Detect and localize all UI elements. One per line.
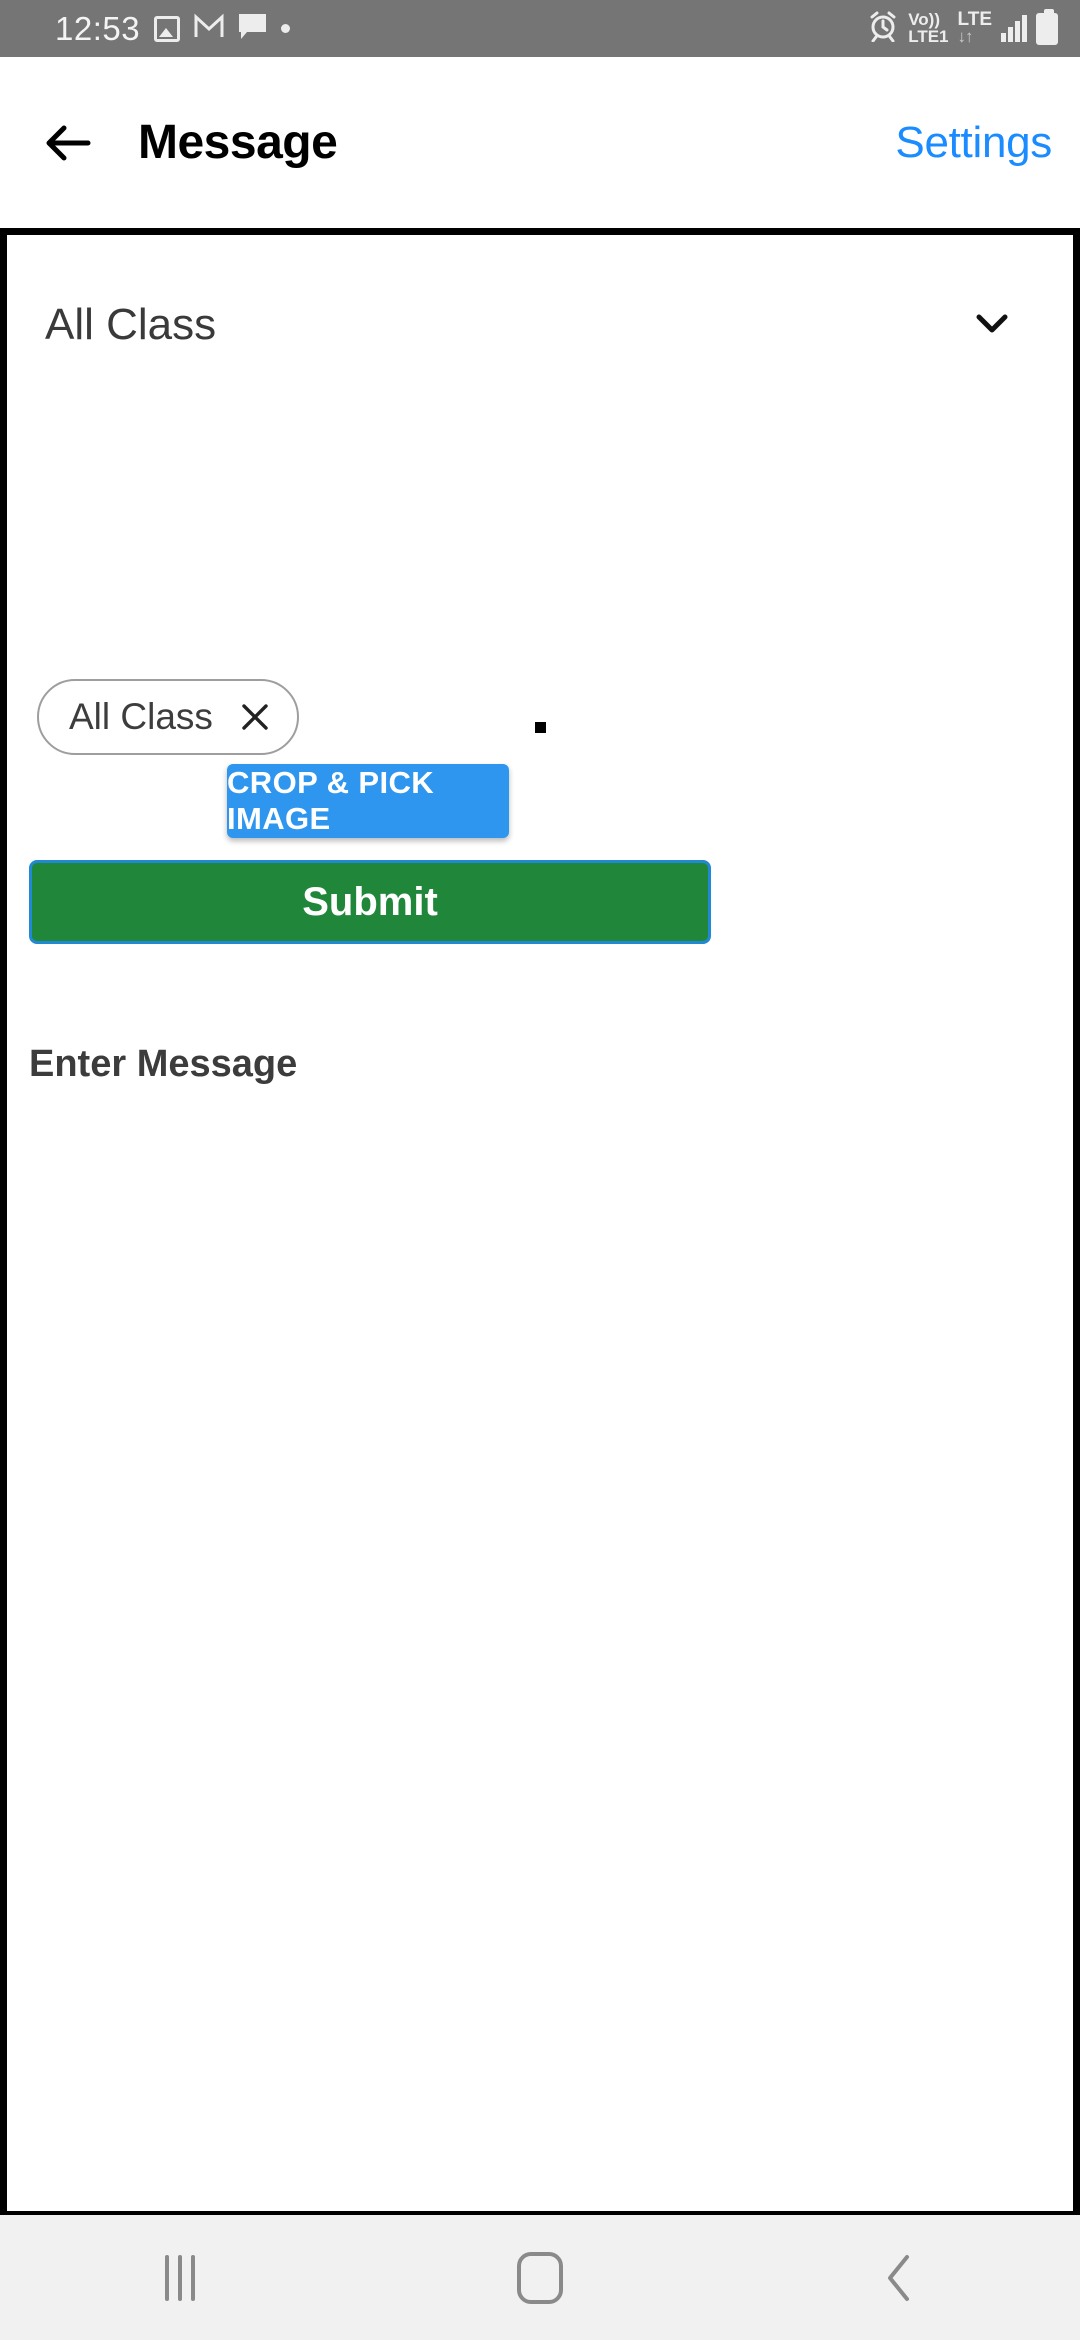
class-select-dropdown[interactable]: All Class (45, 285, 1035, 365)
nav-home-button[interactable] (455, 2215, 625, 2340)
enter-message-label: Enter Message (29, 1043, 298, 1085)
android-nav-bar (0, 2215, 1080, 2340)
back-button[interactable] (28, 103, 108, 183)
status-bar-left: 12:53 (55, 10, 867, 48)
message-input[interactable] (29, 1105, 1029, 1285)
message-form-card: All Class All Class Section No (0, 228, 1080, 2218)
messages-icon (238, 13, 267, 45)
class-select-value: All Class (45, 300, 217, 349)
app-bar: Message Settings (0, 57, 1080, 228)
image-thumbnail (534, 722, 546, 733)
battery-icon (1036, 8, 1058, 45)
page-title: Message (138, 116, 338, 169)
image-preview (7, 722, 1073, 733)
photos-icon (154, 15, 181, 42)
lte-icon: LTE ↓↑ (957, 8, 992, 47)
phone-screen: 12:53 Vo)) LTE1 LTE ↓↑ Message Settings … (0, 0, 1080, 2340)
status-bar-right: Vo)) LTE1 LTE ↓↑ (867, 8, 1058, 47)
more-dot-icon (281, 24, 291, 33)
volte-icon: Vo)) LTE1 (908, 9, 949, 46)
chevron-down-icon (969, 300, 1015, 351)
recents-icon (165, 2254, 195, 2301)
chip-all-class[interactable]: All Class (37, 679, 299, 755)
nav-back-button[interactable] (815, 2215, 985, 2340)
data-arrows-icon: ↓↑ (957, 27, 974, 47)
back-chevron-icon (888, 2254, 909, 2301)
gmail-icon (194, 13, 224, 45)
settings-link[interactable]: Settings (895, 118, 1052, 168)
alarm-icon (867, 10, 899, 47)
status-clock: 12:53 (55, 9, 141, 47)
signal-icon (1001, 15, 1027, 42)
crop-pick-image-button[interactable]: CROP & PICK IMAGE (227, 764, 509, 838)
home-icon (517, 2251, 563, 2304)
nav-recents-button[interactable] (95, 2215, 265, 2340)
status-bar: 12:53 Vo)) LTE1 LTE ↓↑ (0, 0, 1080, 57)
submit-button[interactable]: Submit (29, 860, 711, 944)
